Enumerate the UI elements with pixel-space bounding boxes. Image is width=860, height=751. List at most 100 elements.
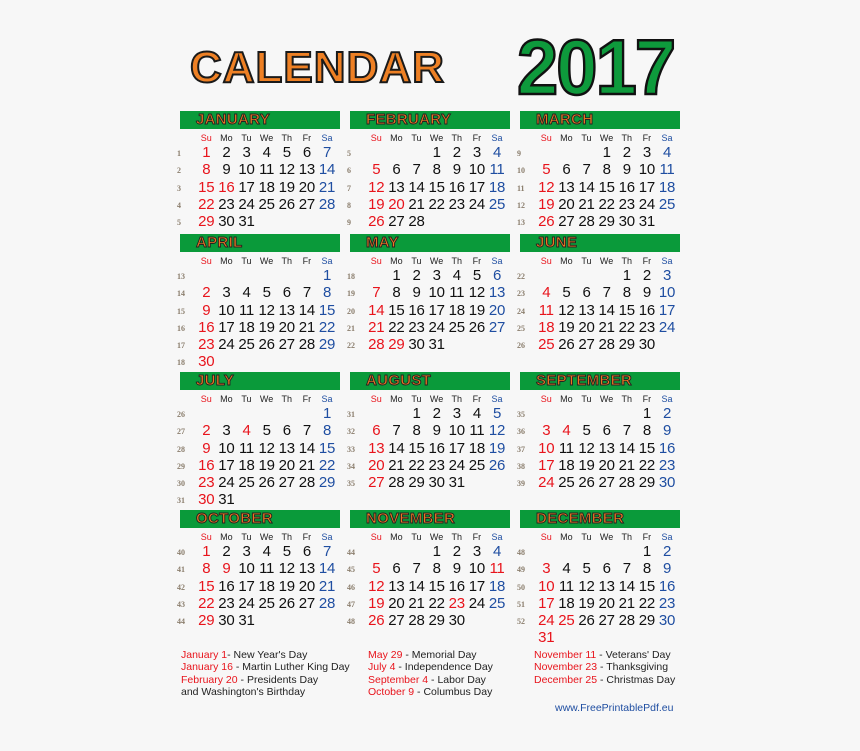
month-header-bar: NOVEMBER	[350, 510, 510, 528]
day-cell: 6	[602, 560, 611, 578]
day-cell: 21	[598, 318, 615, 336]
weekday-label: Fr	[302, 394, 312, 404]
day-cell: 17	[238, 178, 255, 196]
weekday-header-row: Su Mo Tu We Th Fr Sa	[515, 391, 677, 405]
day-cell: 5	[282, 144, 291, 162]
day-cell: 2	[432, 405, 441, 423]
week-number: 26	[517, 340, 525, 350]
holiday-entry: January 1- New Year's Day	[181, 649, 350, 661]
day-cell: 20	[388, 195, 405, 213]
day-cell: 3	[542, 560, 551, 578]
day-cell: 22	[318, 456, 336, 474]
weekday-label: We	[599, 532, 614, 542]
weekday-label: Th	[281, 256, 292, 266]
day-cell: 16	[658, 439, 676, 457]
month-header-bar: AUGUST	[350, 372, 510, 390]
day-cell: 30	[198, 491, 215, 509]
day-cell: 20	[598, 594, 615, 612]
day-cell: 28	[598, 335, 615, 353]
weekday-label: Sa	[491, 133, 503, 143]
day-cell: 17	[218, 318, 235, 336]
day-cell: 31	[638, 212, 655, 230]
day-cell: 30	[198, 353, 215, 371]
day-cell: 9	[452, 161, 461, 179]
day-cell: 18	[538, 318, 555, 336]
holiday-date: January 16	[181, 661, 233, 674]
week-number: 7	[347, 183, 351, 193]
week-row: 14 2 3 4 5 6 7 8	[175, 284, 337, 301]
weekday-label: Mo	[390, 133, 403, 143]
weekday-label: Sa	[661, 532, 673, 542]
day-cell: 30	[658, 473, 676, 491]
day-cell: 20	[578, 318, 595, 336]
week-number: 29	[177, 461, 185, 471]
week-row: 28 9 10 11 12 13 14 15	[175, 439, 337, 457]
day-cell: 12	[278, 161, 295, 179]
day-cell: 8	[322, 284, 331, 302]
weekday-label: We	[429, 256, 444, 266]
month-header-bar: SEPTEMBER	[520, 372, 680, 390]
weekday-label: Tu	[411, 133, 422, 143]
day-cell: 12	[468, 284, 485, 302]
week-row: 5 29 30 31	[175, 213, 337, 230]
day-cell: 4	[262, 144, 271, 162]
week-number: 45	[347, 565, 355, 575]
week-number: 5	[347, 149, 351, 159]
month-header-bar: OCTOBER	[180, 510, 340, 528]
day-cell: 11	[259, 161, 275, 179]
month-november: NOVEMBER Su Mo Tu We Th Fr Sa 44 1 2 3 4 45 5 6 7 8 9 10 11 4…	[345, 510, 510, 629]
month-april: APRIL Su Mo Tu We Th Fr Sa 13 1 14 2 3 4 5 6 7 8 15 9 10 11 12…	[175, 234, 340, 371]
holiday-separator: -	[596, 649, 606, 661]
day-cell: 9	[412, 284, 421, 302]
day-cell: 9	[222, 161, 231, 179]
day-cell: 13	[298, 560, 315, 578]
day-cell: 6	[562, 161, 571, 179]
day-cell: 5	[542, 161, 551, 179]
weekday-header-row: Su Mo Tu We Th Fr Sa	[345, 529, 507, 543]
day-cell: 5	[562, 284, 571, 302]
week-row: 13 1	[175, 267, 337, 284]
day-cell: 1	[322, 267, 331, 285]
holiday-date: May 29	[368, 649, 403, 661]
week-number: 16	[177, 323, 185, 333]
day-cell: 4	[262, 543, 271, 561]
week-number: 46	[347, 582, 355, 592]
weekday-label: Su	[370, 133, 382, 143]
day-cell: 5	[582, 560, 591, 578]
weekday-label: Mo	[390, 532, 403, 542]
day-cell: 25	[238, 473, 255, 491]
day-cell: 2	[412, 267, 421, 285]
week-row: 13 26 27 28 29 30 31	[515, 213, 677, 230]
week-row: 35 27 28 29 30 31	[345, 474, 507, 491]
weekday-header-row: Su Mo Tu We Th Fr Sa	[515, 253, 677, 267]
day-cell: 7	[602, 284, 611, 302]
day-cell: 29	[638, 473, 655, 491]
day-cell: 14	[598, 301, 615, 319]
day-cell: 4	[242, 284, 251, 302]
day-cell: 17	[218, 456, 235, 474]
day-cell: 18	[258, 178, 275, 196]
day-cell: 31	[428, 335, 445, 353]
day-cell: 22	[428, 594, 445, 612]
week-row: 2 8 9 10 11 12 13 14	[175, 161, 337, 178]
month-name: NOVEMBER	[366, 510, 456, 528]
week-row: 30 23 24 25 26 27 28 29	[175, 474, 337, 491]
day-cell: 8	[202, 560, 211, 578]
weekday-label: Fr	[642, 394, 652, 404]
day-cell: 11	[489, 161, 505, 179]
day-cell: 25	[488, 195, 506, 213]
day-cell: 29	[598, 212, 615, 230]
weekday-label: Mo	[560, 133, 573, 143]
holiday-date: February 20	[181, 673, 238, 686]
weekday-label: Tu	[411, 256, 422, 266]
day-cell: 19	[538, 195, 555, 213]
month-may: MAY Su Mo Tu We Th Fr Sa 18 1 2 3 4 5 6 19 7 8 9 10 11 12 13 20…	[345, 234, 510, 353]
day-cell: 19	[488, 439, 506, 457]
website-link[interactable]: www.FreePrintablePdf.eu	[555, 702, 673, 714]
weekday-label: Su	[200, 133, 212, 143]
holiday-entry: July 4 - Independence Day	[368, 661, 493, 673]
day-cell: 30	[408, 335, 425, 353]
day-cell: 7	[582, 161, 591, 179]
week-row: 7 12 13 14 15 16 17 18	[345, 178, 507, 196]
day-cell: 15	[428, 577, 445, 595]
